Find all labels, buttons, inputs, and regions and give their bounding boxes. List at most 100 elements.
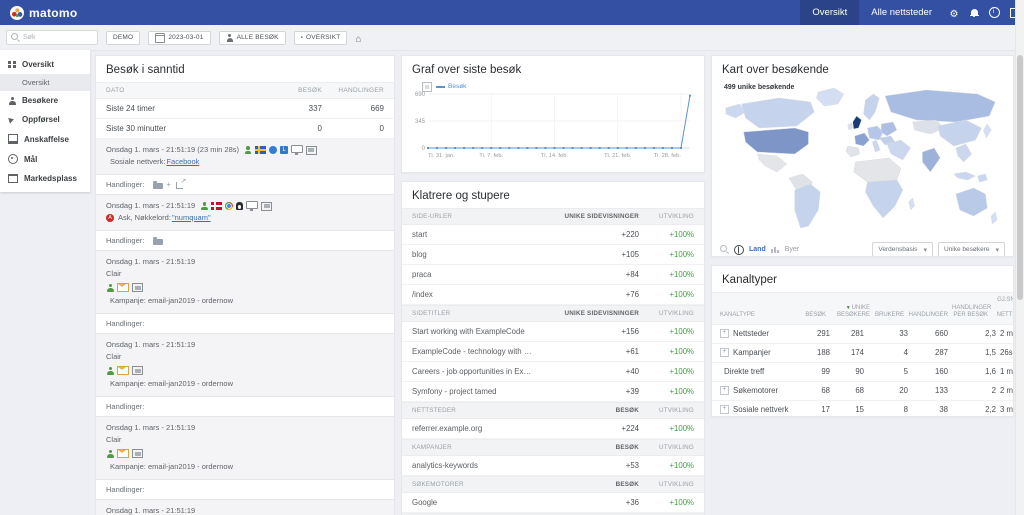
segment-person-icon: [226, 34, 234, 42]
channel-value: 4: [868, 348, 912, 357]
window-icon: [261, 202, 272, 211]
date-range-button[interactable]: 2023-03-01: [148, 31, 210, 45]
movers-row: /index +76 +100%: [402, 285, 704, 305]
movers-section: NETTSTEDER BESØK UTVIKLING referrer.exam…: [402, 402, 704, 439]
channel-value: 15: [834, 405, 868, 414]
search-input[interactable]: Søk: [6, 30, 98, 45]
visit-actions-row: Handlinger:: [96, 175, 394, 195]
flag-sweden-icon: [255, 146, 266, 154]
svg-text:Ti. 14. feb.: Ti. 14. feb.: [541, 153, 569, 159]
movers-row: praca +84 +100%: [402, 265, 704, 285]
page-scroll-thumb[interactable]: [1017, 55, 1023, 300]
world-map[interactable]: [720, 82, 1005, 232]
person-icon: [106, 367, 114, 375]
sidebar-item-oppforsel[interactable]: Oppførsel: [0, 110, 90, 129]
sidebar-item-anskaffelse[interactable]: Anskaffelse: [0, 129, 90, 149]
channel-row: Nettsteder 291281336602,32 min 25s: [712, 325, 1013, 344]
channel-value: 2: [952, 386, 1000, 395]
visitor-entry: Onsdag 1. mars - 21:51:19 Clair Kampanje…: [96, 251, 394, 334]
channel-value: 8: [868, 405, 912, 414]
zoom-out-icon[interactable]: [720, 245, 729, 254]
view-selector-button[interactable]: OVERSIKT: [294, 31, 348, 45]
search-placeholder: Søk: [23, 34, 35, 41]
sidebar-subitem-oversikt[interactable]: Oversikt: [0, 74, 90, 91]
visitor-entry: Onsdag 1. mars - 21:51:19 Ask, Nøkkelord…: [96, 195, 394, 251]
bell-icon[interactable]: [964, 0, 984, 25]
channels-table-header: KANALTYPE BESØK UNIKE BESØKERE BRUKERE H…: [712, 292, 1013, 325]
visitor-entry: Onsdag 1. mars - 21:51:19 Clair Kampanje…: [96, 417, 394, 500]
channel-label: Søkemotorer: [733, 386, 778, 395]
channels-title: Kanaltyper: [712, 266, 1013, 292]
ask-icon: [106, 214, 114, 222]
segment-selector-button[interactable]: ALLE BESØK: [219, 31, 286, 45]
svg-text:Ti. 7. feb.: Ti. 7. feb.: [479, 153, 503, 159]
channel-value: 5: [868, 367, 912, 376]
channel-row: Sosiale nettverk 17158382,23 min 43s: [712, 401, 1013, 418]
movers-row: start +220 +100%: [402, 225, 704, 245]
store-icon: [8, 174, 18, 183]
channel-value: 33: [868, 329, 912, 338]
gear-icon[interactable]: [944, 0, 964, 25]
matomo-logo[interactable]: matomo: [10, 6, 77, 20]
movers-row: Careers - job opportunities in ExampleCo…: [402, 362, 704, 382]
channel-value: 99: [790, 367, 834, 376]
view-caret-icon: [301, 34, 303, 41]
top-nav: Oversikt Alle nettsteder: [800, 0, 1024, 25]
channel-value: 160: [912, 367, 952, 376]
movers-row: Symfony - project tamed +39 +100%: [402, 382, 704, 402]
sidebar-item-markedsplass[interactable]: Markedsplass: [0, 169, 90, 188]
expand-icon: [720, 348, 729, 357]
movers-section-header: SIDE-URLER UNIKE SIDEVISNINGER UTVIKLING: [402, 208, 704, 225]
extlink-icon: [176, 182, 183, 189]
sidebar-item-besokere[interactable]: Besøkere: [0, 91, 90, 110]
movers-row: analytics-keywords +53 +100%: [402, 456, 704, 476]
dashboard-grid-icon: [8, 61, 16, 69]
search-icon: [11, 33, 20, 42]
visitor-map[interactable]: 499 unike besøkende: [720, 82, 1005, 237]
channel-value: 2 min 36s: [1000, 386, 1014, 395]
sort-desc-icon[interactable]: [846, 305, 851, 311]
folder-icon: [153, 183, 163, 189]
chrome-icon: [225, 202, 233, 210]
globe-icon: [734, 245, 744, 255]
matomo-dashboard: matomo Oversikt Alle nettsteder Søk DEMO…: [0, 0, 1024, 515]
page-scrollbar[interactable]: [1015, 0, 1024, 515]
export-image-icon[interactable]: [422, 82, 432, 92]
map-mode-byer[interactable]: Byer: [785, 246, 799, 253]
visit-detail: Sosiale nettverk:: [110, 157, 165, 167]
visit-detail-link[interactable]: Facebook: [166, 157, 199, 167]
movers-row: referrer.example.org +224 +100%: [402, 419, 704, 439]
nav-oversikt[interactable]: Oversikt: [800, 0, 859, 25]
visit-datetime: Onsdag 1. mars - 21:51:19: [106, 201, 195, 211]
target-icon: [8, 154, 18, 164]
envelope-icon: [117, 366, 129, 375]
home-icon[interactable]: [355, 29, 361, 47]
sidebar-item-mal[interactable]: Mål: [0, 149, 90, 169]
chart-legend: Besøk: [436, 83, 466, 90]
map-region-select[interactable]: Verdensbasis: [872, 242, 933, 257]
map-mode-land[interactable]: Land: [749, 246, 766, 253]
map-metric-select[interactable]: Unike besøkere: [938, 242, 1005, 257]
calendar-icon: [155, 33, 165, 43]
visit-datetime: Onsdag 1. mars - 21:51:19: [106, 257, 195, 267]
column-right: Kart over besøkende 499 unike besøkende: [711, 55, 1014, 515]
nav-alle-nettsteder[interactable]: Alle nettsteder: [859, 0, 944, 25]
site-selector-button[interactable]: DEMO: [106, 31, 140, 45]
visit-actions-row: Handlinger:: [96, 314, 394, 334]
window-icon: [306, 146, 317, 155]
sidebar-item-oversikt[interactable]: Oversikt: [0, 55, 90, 74]
movers-sections: SIDE-URLER UNIKE SIDEVISNINGER UTVIKLING…: [402, 208, 704, 515]
visit-datetime: Onsdag 1. mars - 21:51:19: [106, 340, 195, 350]
person-icon: [106, 284, 114, 292]
movers-section-header: NETTSTEDER BESØK UTVIKLING: [402, 402, 704, 419]
envelope-icon: [117, 283, 129, 292]
channel-value: 291: [790, 329, 834, 338]
top-header: matomo Oversikt Alle nettsteder: [0, 0, 1024, 25]
channel-value: 17: [790, 405, 834, 414]
monitor-icon: [291, 145, 303, 153]
channel-row: Kampanjer 18817442871,526s: [712, 344, 1013, 363]
visit-actions-row: Handlinger:: [96, 231, 394, 251]
visit-detail-link[interactable]: "numquam": [172, 213, 211, 223]
channel-value: 2,3: [952, 329, 1000, 338]
info-icon[interactable]: [984, 0, 1004, 25]
